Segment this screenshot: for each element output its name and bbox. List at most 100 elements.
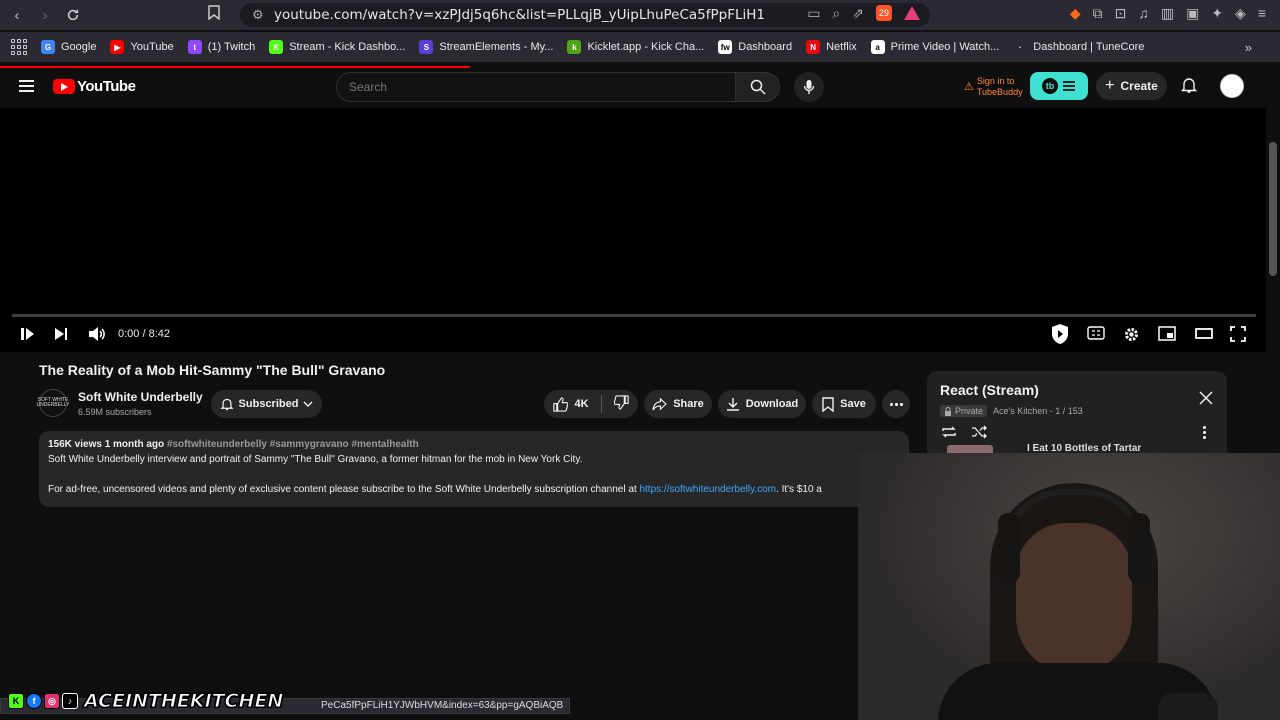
notifications-button[interactable] <box>1180 76 1198 99</box>
more-actions-button[interactable] <box>882 390 910 418</box>
zoom-icon[interactable]: ⌕ <box>832 5 840 22</box>
channel-name[interactable]: Soft White Underbelly <box>78 390 203 404</box>
search-input[interactable] <box>336 72 736 102</box>
bookmark-item[interactable]: fw Dashboard <box>718 40 792 54</box>
extension-orange-icon[interactable]: ◆ <box>1070 5 1081 22</box>
install-icon[interactable]: ▭ <box>807 5 820 22</box>
signin-line1: Sign in to <box>976 76 1015 86</box>
media-icon[interactable]: ♫ <box>1138 5 1149 22</box>
bookmark-favicon-icon: G <box>41 40 55 54</box>
description-line2: For ad-free, uncensored videos and plent… <box>48 484 640 495</box>
video-player[interactable]: 0:00 / 8:42 <box>0 108 1266 352</box>
guide-menu-icon[interactable] <box>19 80 34 92</box>
menu-icon[interactable]: ≡ <box>1258 5 1266 22</box>
apps-grid-icon[interactable] <box>11 39 27 55</box>
next-icon <box>55 328 67 340</box>
theater-icon <box>1195 328 1213 339</box>
gear-icon <box>1125 328 1138 341</box>
theater-mode-button[interactable] <box>1195 326 1213 345</box>
adblock-shield-button[interactable] <box>1050 323 1070 350</box>
extensions-puzzle-icon[interactable]: ⧉ <box>1093 5 1103 22</box>
bookmark-favicon-icon: · <box>1013 40 1028 54</box>
playlist-more-button[interactable] <box>1203 426 1206 439</box>
voice-search-button[interactable] <box>794 72 824 102</box>
sidebar-icon[interactable]: ▥ <box>1161 5 1174 22</box>
subscribed-button[interactable]: Subscribed <box>211 390 322 418</box>
bookmark-item[interactable]: G Google <box>41 40 96 54</box>
bookmark-page-button[interactable] <box>208 5 220 23</box>
address-bar[interactable]: ⚙ youtube.com/watch?v=xzPJdj5q6hc&list=P… <box>240 3 930 27</box>
hashtags[interactable]: #softwhiteunderbelly #sammygravano #ment… <box>167 439 419 450</box>
channel-avatar[interactable]: SOFT WHITE UNDERBELLY <box>37 389 70 417</box>
browser-toolbar: ‹ › ⚙ youtube.com/watch?v=xzPJdj5q6hc&li… <box>0 0 1280 30</box>
youtube-logo[interactable]: YouTube <box>53 78 136 95</box>
bookmark-item[interactable]: ▶ YouTube <box>110 40 174 54</box>
bookmark-item[interactable]: a Prime Video | Watch... <box>870 40 999 54</box>
playlist-title[interactable]: React (Stream) <box>940 382 1039 398</box>
youtube-logo-text: YouTube <box>77 78 136 95</box>
fullscreen-button[interactable] <box>1230 326 1246 347</box>
back-button[interactable]: ‹ <box>6 4 28 26</box>
vpn-icon[interactable]: ◈ <box>1235 5 1246 22</box>
search-button[interactable] <box>736 72 780 102</box>
thumbs-down-icon <box>613 395 629 410</box>
bookmarks-overflow-icon[interactable]: » <box>1245 40 1252 55</box>
share-icon <box>652 397 668 410</box>
download-label: Download <box>745 398 799 410</box>
playlist-panel: React (Stream) Private Ace's Kitchen - 1… <box>927 371 1227 457</box>
bookmark-label: (1) Twitch <box>207 41 256 53</box>
forward-button[interactable]: › <box>34 4 56 26</box>
scrollbar-thumb[interactable] <box>1269 142 1277 276</box>
share-label: Share <box>673 398 704 410</box>
description-box[interactable]: 156K views 1 month ago #softwhiteunderbe… <box>39 431 909 507</box>
url-text[interactable]: youtube.com/watch?v=xzPJdj5q6hc&list=PLL… <box>274 7 764 23</box>
tubebuddy-logo-icon: tb <box>1042 78 1058 94</box>
shuffle-button[interactable] <box>971 425 987 444</box>
play-icon <box>21 328 34 340</box>
next-button[interactable] <box>53 326 69 347</box>
views-and-age: 156K views 1 month ago <box>48 439 165 450</box>
brave-rewards-icon[interactable] <box>904 6 920 20</box>
create-label: Create <box>1120 79 1158 93</box>
bookmark-item[interactable]: k Kicklet.app - Kick Cha... <box>567 40 704 54</box>
description-link[interactable]: https://softwhiteunderbelly.com <box>639 484 776 495</box>
video-title: The Reality of a Mob Hit-Sammy "The Bull… <box>39 362 386 378</box>
bookmark-item[interactable]: · Dashboard | TuneCore <box>1013 40 1144 54</box>
brave-shields-icon[interactable]: 29 <box>876 5 892 21</box>
wallet-icon[interactable]: ▣ <box>1186 5 1199 22</box>
bookmark-label: StreamElements - My... <box>439 41 554 53</box>
player-controls: 0:00 / 8:42 <box>0 322 1266 348</box>
bookmark-item[interactable]: t (1) Twitch <box>187 40 256 54</box>
close-playlist-button[interactable] <box>1199 391 1213 410</box>
volume-button[interactable] <box>88 326 106 347</box>
save-button[interactable]: Save <box>812 390 876 418</box>
loop-button[interactable] <box>940 425 958 444</box>
download-button[interactable]: Download <box>718 390 806 418</box>
share-button[interactable]: Share <box>644 390 712 418</box>
bookmark-label: Stream - Kick Dashbo... <box>289 41 406 53</box>
miniplayer-button[interactable] <box>1158 326 1176 346</box>
microphone-icon <box>803 80 815 94</box>
player-progress-bar[interactable] <box>12 314 1256 317</box>
play-button[interactable] <box>19 326 35 347</box>
dislike-button[interactable] <box>613 395 629 413</box>
bookmark-item[interactable]: S StreamElements - My... <box>419 40 553 54</box>
share-page-icon[interactable]: ⇗ <box>852 5 864 22</box>
screenshot-icon[interactable]: ⊡ <box>1115 5 1127 22</box>
tubebuddy-menu-icon <box>1063 81 1075 91</box>
tubebuddy-button[interactable]: tb <box>1030 72 1088 100</box>
bookmark-item[interactable]: K Stream - Kick Dashbo... <box>269 40 405 54</box>
bookmark-label: YouTube <box>130 41 174 53</box>
create-button[interactable]: + Create <box>1096 72 1167 100</box>
leo-icon[interactable]: ✦ <box>1211 5 1223 22</box>
site-settings-icon[interactable]: ⚙ <box>252 7 268 23</box>
like-button[interactable]: 4K <box>553 396 589 412</box>
captions-button[interactable] <box>1087 326 1105 345</box>
settings-button[interactable] <box>1123 326 1140 348</box>
account-avatar[interactable] <box>1220 74 1244 98</box>
dot <box>889 402 893 406</box>
tubebuddy-signin-link[interactable]: ⚠ Sign in to TubeBuddy <box>964 76 1023 98</box>
dot <box>894 402 898 406</box>
reload-button[interactable] <box>62 4 84 26</box>
bookmark-item[interactable]: N Netflix <box>806 40 857 54</box>
